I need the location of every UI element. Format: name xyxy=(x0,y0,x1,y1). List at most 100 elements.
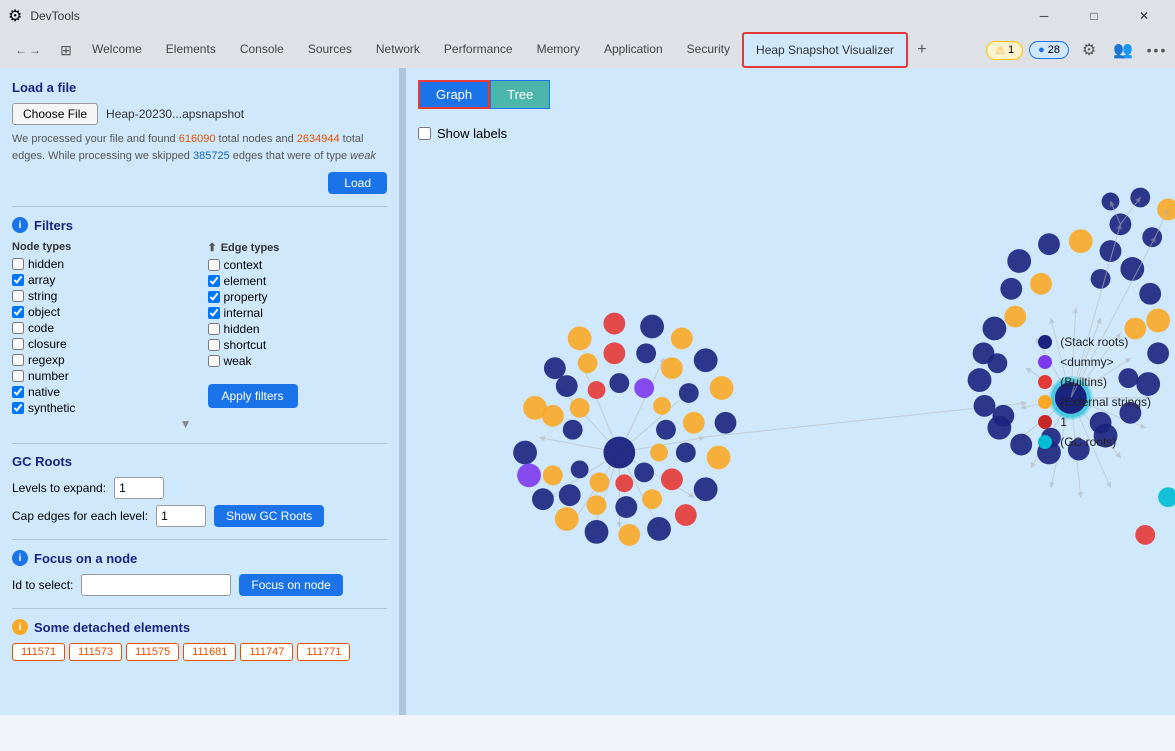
detached-title: Some detached elements xyxy=(34,620,190,635)
node-string-checkbox[interactable] xyxy=(12,290,24,302)
focus-node-title: Focus on a node xyxy=(34,551,137,566)
node-closure-checkbox[interactable] xyxy=(12,338,24,350)
detached-tag-2[interactable]: 111575 xyxy=(126,643,179,661)
node-native-checkbox[interactable] xyxy=(12,386,24,398)
tab-application[interactable]: Application xyxy=(592,32,675,68)
node-hidden-checkbox[interactable] xyxy=(12,258,24,270)
edge-types-col: ⬆ Edge types context element property xyxy=(208,241,388,431)
warning-badge: ⚠ 1 xyxy=(986,41,1023,60)
node-object-checkbox[interactable] xyxy=(12,306,24,318)
settings-icon[interactable]: ⚙ xyxy=(1075,36,1103,64)
main-layout: Load a file Choose File Heap-20230...aps… xyxy=(0,68,1175,715)
show-labels-label: Show labels xyxy=(437,126,507,141)
detached-tag-1[interactable]: 111573 xyxy=(69,643,122,661)
legend-dummy: <dummy> xyxy=(1038,355,1151,369)
node-type-number: number xyxy=(12,369,192,383)
focus-row: Id to select: Focus on node xyxy=(12,574,387,596)
legend-gc-roots: (GC roots) xyxy=(1038,435,1151,449)
add-tab-button[interactable]: + xyxy=(908,36,936,64)
node-synthetic-checkbox[interactable] xyxy=(12,402,24,414)
gc-roots-title: GC Roots xyxy=(12,454,387,469)
focus-info-icon: i xyxy=(12,550,28,566)
edge-type-weak: weak xyxy=(350,150,376,162)
focus-node-button[interactable]: Focus on node xyxy=(239,574,342,596)
tab-memory[interactable]: Memory xyxy=(525,32,592,68)
choose-file-button[interactable]: Choose File xyxy=(12,103,98,125)
graph-legend: (Stack roots) <dummy> (Builtins) (Extern… xyxy=(1038,335,1151,449)
tab-welcome[interactable]: Welcome xyxy=(80,32,154,68)
node-code-checkbox[interactable] xyxy=(12,322,24,334)
node-types-col: Node types hidden array string xyxy=(12,241,192,431)
file-name-label: Heap-20230...apsnapshot xyxy=(106,107,244,121)
detached-info-icon: i xyxy=(12,619,28,635)
detached-header: i Some detached elements xyxy=(12,619,387,635)
node-array-checkbox[interactable] xyxy=(12,274,24,286)
gc-roots-section: GC Roots Levels to expand: Cap edges for… xyxy=(12,454,387,527)
edge-shortcut-checkbox[interactable] xyxy=(208,339,220,351)
edge-element-checkbox[interactable] xyxy=(208,275,220,287)
tab-performance[interactable]: Performance xyxy=(432,32,525,68)
detached-tag-4[interactable]: 111747 xyxy=(240,643,293,661)
show-labels-checkbox[interactable] xyxy=(418,127,431,140)
file-row: Choose File Heap-20230...apsnapshot xyxy=(12,103,387,125)
apply-filters-button[interactable]: Apply filters xyxy=(208,384,298,408)
edge-internal-checkbox[interactable] xyxy=(208,307,220,319)
warning-icon: ⚠ xyxy=(995,44,1005,57)
legend-label-gc-roots: (GC roots) xyxy=(1060,435,1116,449)
node-number-checkbox[interactable] xyxy=(12,370,24,382)
detached-tag-5[interactable]: 111771 xyxy=(297,643,350,661)
legend-dot-builtins xyxy=(1038,375,1052,389)
detached-tag-3[interactable]: 111681 xyxy=(183,643,236,661)
scroll-indicator: ▼ xyxy=(12,417,192,431)
detached-tag-0[interactable]: 111571 xyxy=(12,643,65,661)
profile-icon[interactable]: 👥 xyxy=(1109,36,1137,64)
filters-title: Filters xyxy=(34,218,73,233)
tab-security[interactable]: Security xyxy=(675,32,742,68)
gc-cap-input[interactable] xyxy=(156,505,206,527)
file-section: Load a file Choose File Heap-20230...aps… xyxy=(12,80,387,194)
forward-icon: → xyxy=(29,43,41,57)
legend-dot-external-strings xyxy=(1038,395,1052,409)
total-nodes: 616090 xyxy=(179,133,216,145)
title-bar-controls: ─ □ ✕ xyxy=(1021,0,1167,32)
close-button[interactable]: ✕ xyxy=(1121,0,1167,32)
node-regexp-checkbox[interactable] xyxy=(12,354,24,366)
tab-console[interactable]: Console xyxy=(228,32,296,68)
file-info: We processed your file and found 616090 … xyxy=(12,131,387,164)
back-icon: ← xyxy=(15,43,27,57)
node-type-native: native xyxy=(12,385,192,399)
file-section-title: Load a file xyxy=(12,80,387,95)
edge-weak-checkbox[interactable] xyxy=(208,355,220,367)
edge-context-checkbox[interactable] xyxy=(208,259,220,271)
tab-network[interactable]: Network xyxy=(364,32,432,68)
show-gc-roots-button[interactable]: Show GC Roots xyxy=(214,505,324,527)
node-types-title: Node types xyxy=(12,241,192,253)
node-type-hidden: hidden xyxy=(12,257,192,271)
tab-elements[interactable]: Elements xyxy=(154,32,228,68)
edge-hidden-checkbox[interactable] xyxy=(208,323,220,335)
legend-external-strings: (External strings) xyxy=(1038,395,1151,409)
legend-builtins: (Builtins) xyxy=(1038,375,1151,389)
gc-levels-input[interactable] xyxy=(114,477,164,499)
legend-label-stack-roots: (Stack roots) xyxy=(1060,335,1128,349)
tab-heap-snapshot-visualizer[interactable]: Heap Snapshot Visualizer xyxy=(742,32,908,68)
minimize-button[interactable]: ─ xyxy=(1021,0,1067,32)
devtools-logo-icon: ⚙ xyxy=(8,6,22,26)
back-forward-icons[interactable]: ← → xyxy=(4,36,52,64)
tree-view-button[interactable]: Tree xyxy=(490,80,550,109)
warning-count: 1 xyxy=(1008,44,1014,56)
tab-sources[interactable]: Sources xyxy=(296,32,364,68)
more-options-icon[interactable]: ••• xyxy=(1143,36,1171,64)
panel-icon[interactable]: ⊞ xyxy=(52,36,80,64)
maximize-button[interactable]: □ xyxy=(1071,0,1117,32)
edge-property-checkbox[interactable] xyxy=(208,291,220,303)
edge-type-hidden: hidden xyxy=(208,322,388,336)
filters-info-icon: i xyxy=(12,217,28,233)
focus-id-input[interactable] xyxy=(81,574,231,596)
legend-label-1: 1 xyxy=(1060,415,1067,429)
legend-label-builtins: (Builtins) xyxy=(1060,375,1107,389)
focus-node-header: i Focus on a node xyxy=(12,550,387,566)
load-button[interactable]: Load xyxy=(328,172,387,194)
edge-type-element: element xyxy=(208,274,388,288)
graph-view-button[interactable]: Graph xyxy=(418,80,490,109)
